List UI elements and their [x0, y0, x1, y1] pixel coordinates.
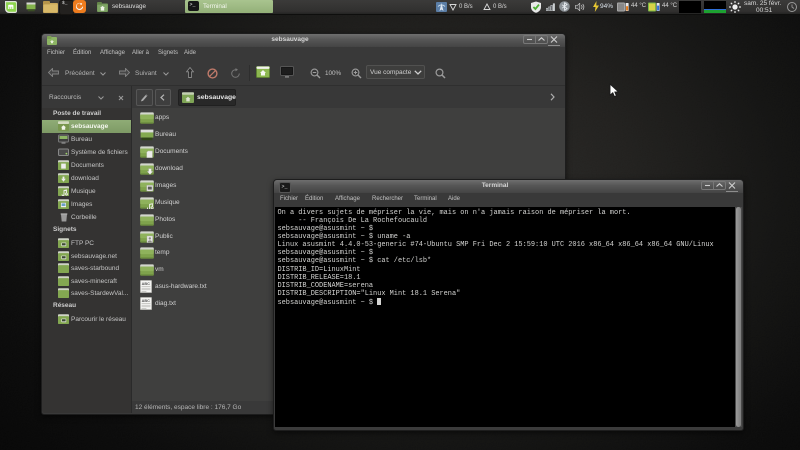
svg-text:ABC: ABC — [142, 282, 150, 286]
svg-text:ABC: ABC — [142, 299, 150, 303]
